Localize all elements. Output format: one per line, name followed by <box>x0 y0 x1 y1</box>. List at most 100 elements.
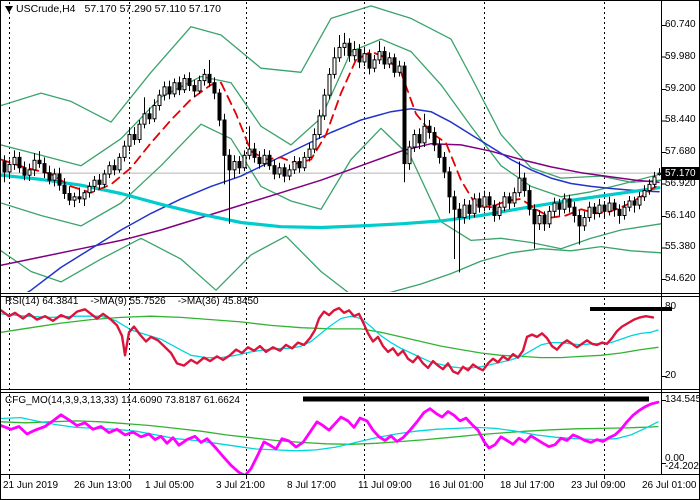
rsi-level-label: 20 <box>665 370 676 382</box>
candle-body-up <box>588 207 591 217</box>
candle-body-down <box>433 132 436 144</box>
cfg-indicator-label: CFG_MO(14,3,9,3,13,33) 114.6090 73.8187 … <box>5 395 240 406</box>
candle-body-up <box>373 60 376 68</box>
candle-body-up <box>198 81 201 91</box>
rsi-ma36-label: ->MA(36) 45.8450 <box>178 296 259 307</box>
candle-body-down <box>43 164 46 173</box>
price-axis-label: 54.620 <box>665 273 696 285</box>
candle-body-up <box>183 79 186 90</box>
candle-body-up <box>153 106 156 119</box>
time-axis-label: 21 Jun 2019 <box>3 480 58 491</box>
candle-body-up <box>173 83 176 94</box>
candle-body-down <box>448 172 451 197</box>
band-outer-lower <box>1 236 661 298</box>
candle-body-down <box>273 166 276 174</box>
chart-window: USCrude,H457.170 57.290 57.110 57.170 RS… <box>0 0 700 500</box>
candles <box>3 33 661 272</box>
candle-body-up <box>163 87 166 95</box>
candle-body-up <box>388 58 391 64</box>
candle-body-down <box>168 87 171 94</box>
candle-body-up <box>33 160 36 170</box>
candle-body-down <box>453 197 456 209</box>
candle-body-up <box>313 135 316 150</box>
candle-body-up <box>93 180 96 186</box>
cfg-axis-label: -24.2024 <box>665 461 700 473</box>
candle-body-down <box>178 83 181 90</box>
candle-body-down <box>253 149 256 157</box>
candle-body-up <box>28 170 31 175</box>
time-axis-label: 11 Jul 09:00 <box>358 480 412 491</box>
rsi-indicator-label: RSI(14) 64.3841 ->MA(9) 55.7526 ->MA(36) 4… <box>5 296 271 307</box>
candle-body-up <box>128 135 131 147</box>
candle-body-down <box>528 191 531 210</box>
rsi-value-label: RSI(14) 64.3841 <box>5 296 78 307</box>
time-axis-label: 23 Jul 09:00 <box>571 480 626 491</box>
candle-body-down <box>543 215 546 223</box>
time-axis-label: 26 Jun 13:00 <box>74 480 132 491</box>
candle-body-up <box>498 207 501 215</box>
candle-body-down <box>68 193 71 200</box>
chart-canvas[interactable] <box>1 1 700 500</box>
candle-body-down <box>238 162 241 168</box>
candle-body-up <box>353 49 356 55</box>
candle-body-up <box>548 211 551 223</box>
candle-body-down <box>63 185 66 193</box>
candle-body-down <box>23 168 26 175</box>
candle-body-up <box>328 74 331 95</box>
candle-body-down <box>208 74 211 82</box>
candle-body-up <box>323 95 326 116</box>
candle-body-up <box>503 197 506 207</box>
candle-body-down <box>228 155 231 170</box>
candle-body-up <box>608 203 611 211</box>
candle-body-down <box>188 79 191 86</box>
candle-body-up <box>538 215 541 223</box>
candle-body-down <box>443 157 446 172</box>
candle-body-up <box>398 66 401 72</box>
candle-body-up <box>363 54 366 62</box>
candle-body-up <box>513 193 516 203</box>
candle-body-down <box>3 162 6 172</box>
candle-body-down <box>18 157 21 167</box>
candle-body-up <box>288 170 291 176</box>
candle-body-up <box>143 114 146 124</box>
price-axis-label: 60.740 <box>665 19 696 31</box>
candle-body-up <box>158 95 161 105</box>
candle-body-up <box>628 201 631 207</box>
candle-body-up <box>248 149 251 155</box>
candle-body-down <box>568 199 571 207</box>
candle-body-down <box>38 160 41 163</box>
rsi-level-label: 80 <box>665 301 676 313</box>
cfg-panel[interactable] <box>1 402 658 475</box>
candle-body-down <box>613 203 616 209</box>
main-price-panel[interactable] <box>1 6 661 309</box>
candle-body-up <box>563 199 566 209</box>
candle-body-down <box>488 197 491 205</box>
rsi-ma9-label: ->MA(9) 55.7526 <box>90 296 165 307</box>
candle-body-down <box>148 114 151 119</box>
candle-body-down <box>468 205 471 213</box>
price-axis-label: 56.140 <box>665 210 696 222</box>
ohlc-values-label: 57.170 57.290 57.110 57.170 <box>85 3 221 15</box>
candle-body-down <box>478 199 481 207</box>
candle-body-up <box>518 178 521 193</box>
candle-body-up <box>123 146 126 157</box>
candle-body-down <box>558 203 561 209</box>
candle-body-up <box>463 205 466 217</box>
candle-body-up <box>53 174 56 180</box>
candle-body-down <box>603 205 606 211</box>
time-axis-label: 18 Jul 17:00 <box>500 480 555 491</box>
candle-body-up <box>88 186 91 192</box>
cfg-series-signal-cyan <box>1 418 658 451</box>
price-axis-label: 56.920 <box>665 178 696 190</box>
candle-body-up <box>413 135 416 147</box>
scroll-anchor-icon[interactable] <box>5 6 13 13</box>
rsi-panel[interactable] <box>1 308 658 374</box>
candle-body-down <box>428 126 431 132</box>
candle-body-down <box>48 173 51 180</box>
candle-body-down <box>418 135 421 143</box>
candle-body-down <box>438 145 441 157</box>
candle-body-down <box>218 93 221 120</box>
candle-body-down <box>573 207 576 215</box>
rsi-series-MA(9) <box>1 314 658 368</box>
cfg-axis-label: 134.5458 <box>665 394 700 406</box>
